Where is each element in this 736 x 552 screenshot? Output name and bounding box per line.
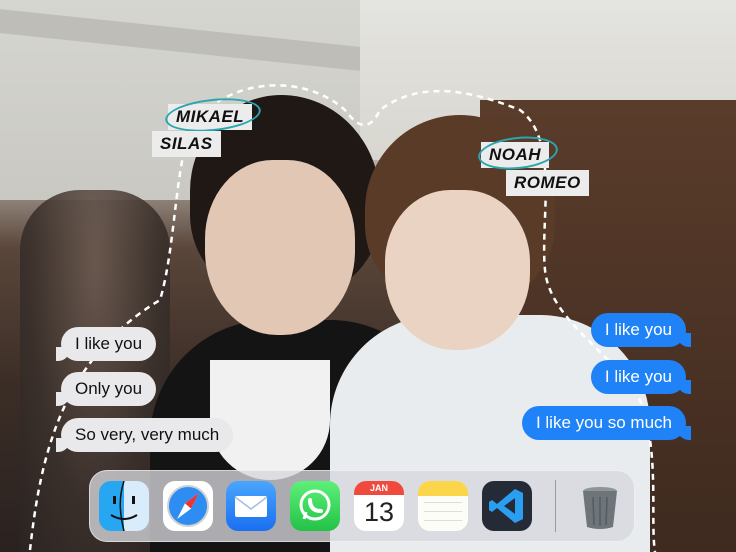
vscode-icon[interactable] (482, 481, 532, 531)
person-left-face (205, 160, 355, 335)
name-tag-silas: SILAS (152, 131, 221, 157)
dock: JAN 13 (89, 470, 635, 542)
trash-icon[interactable] (575, 481, 625, 531)
sent-message: I like you (590, 360, 692, 394)
received-message: So very, very much (55, 418, 234, 452)
received-message: I like you (55, 327, 157, 361)
notes-icon[interactable] (418, 481, 468, 531)
calendar-month: JAN (354, 481, 404, 495)
dock-separator (555, 480, 556, 532)
calendar-day: 13 (363, 497, 395, 527)
sent-message: I like you (590, 313, 692, 347)
name-tag-romeo: ROMEO (506, 170, 589, 196)
mail-icon[interactable] (226, 481, 276, 531)
calendar-icon[interactable]: JAN 13 (354, 481, 404, 531)
finder-icon[interactable] (99, 481, 149, 531)
person-left-shirt (210, 360, 330, 480)
whatsapp-icon[interactable] (290, 481, 340, 531)
safari-icon[interactable] (163, 481, 213, 531)
sent-message: I like you so much (521, 406, 692, 440)
person-right-face (385, 190, 530, 350)
received-message: Only you (55, 372, 157, 406)
